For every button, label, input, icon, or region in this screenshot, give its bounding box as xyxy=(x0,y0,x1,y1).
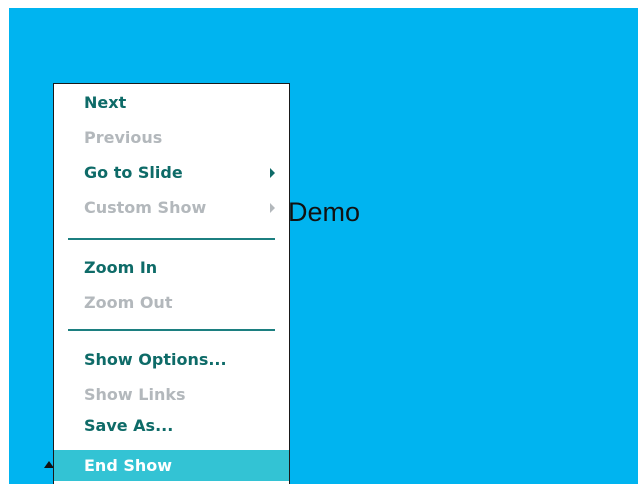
menu-item-go-to-slide-label: Go to Slide xyxy=(84,163,183,182)
slideshow-context-menu: Next Previous Go to Slide Custom Show Zo… xyxy=(53,83,290,484)
menu-item-previous: Previous xyxy=(84,128,163,147)
menu-item-custom-show-label: Custom Show xyxy=(84,198,207,217)
menu-item-zoom-in[interactable]: Zoom In xyxy=(54,252,289,283)
chevron-right-icon xyxy=(270,203,275,213)
menu-separator xyxy=(68,238,275,240)
menu-separator xyxy=(68,329,275,331)
menu-item-next[interactable]: Next xyxy=(54,87,289,118)
menu-item-end-show[interactable]: End Show xyxy=(54,450,289,481)
menu-item-custom-show: Custom Show xyxy=(54,192,289,223)
menu-item-show-links: Show Links xyxy=(84,385,186,404)
slide-title: Demo xyxy=(288,197,361,227)
menu-item-show-options[interactable]: Show Options... xyxy=(54,344,289,375)
menu-item-save-as[interactable]: Save As... xyxy=(54,410,289,441)
chevron-right-icon xyxy=(270,168,275,178)
menu-item-zoom-out: Zoom Out xyxy=(84,293,173,312)
menu-item-go-to-slide[interactable]: Go to Slide xyxy=(54,157,289,188)
